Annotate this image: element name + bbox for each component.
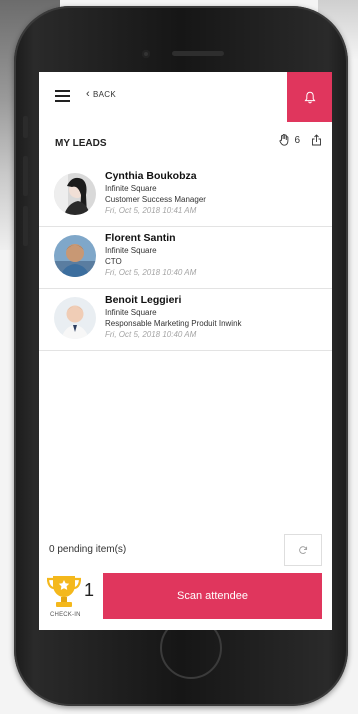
lead-job-title: Customer Success Manager [105,195,206,204]
lead-info: Benoit Leggieri Infinite Square Responsa… [105,294,325,340]
lead-name: Cynthia Boukobza [105,170,197,182]
checkin-trophy: 1 CHECK-IN [47,572,103,622]
lead-item[interactable]: Benoit Leggieri Infinite Square Responsa… [39,289,332,351]
share-icon[interactable] [311,134,322,146]
chevron-left-icon: ‹ [86,88,90,100]
hand-icon [279,134,289,146]
pending-items-status: 0 pending item(s) [49,544,127,555]
lead-job-title: CTO [105,257,122,266]
lead-item[interactable]: Cynthia Boukobza Infinite Square Custome… [39,165,332,227]
trophy-label: CHECK-IN [50,612,81,618]
lead-job-title: Responsable Marketing Produit Inwink [105,319,242,328]
volume-down-button [23,206,28,246]
bell-icon [304,91,315,103]
lead-name: Benoit Leggieri [105,294,182,306]
lead-company: Infinite Square [105,246,157,255]
trophy-icon [47,576,81,607]
leads-count: 6 [294,134,300,146]
back-button[interactable]: ‹ BACK [86,88,116,100]
lead-item[interactable]: Florent Santin Infinite Square CTO Fri, … [39,227,332,289]
earpiece-speaker [172,51,224,56]
lead-name: Florent Santin [105,232,176,244]
avatar [54,173,96,215]
mute-switch [23,116,28,138]
lead-company: Infinite Square [105,308,157,317]
sync-icon [299,546,308,554]
back-label: BACK [92,89,116,99]
avatar [54,235,96,277]
hamburger-menu-icon[interactable] [55,90,70,102]
page-title: MY LEADS [55,138,107,149]
lead-date: Fri, Oct 5, 2018 10:40 AM [105,330,197,339]
lead-date: Fri, Oct 5, 2018 10:40 AM [105,268,197,277]
leads-list: Cynthia Boukobza Infinite Square Custome… [39,165,332,351]
scan-attendee-button[interactable]: Scan attendee [103,573,322,619]
lead-date: Fri, Oct 5, 2018 10:41 AM [105,206,197,215]
lead-company: Infinite Square [105,184,157,193]
trophy-count: 1 [84,580,95,600]
notifications-button[interactable] [287,72,332,122]
front-camera [142,50,150,58]
volume-up-button [23,156,28,196]
top-bar: ‹ BACK [39,72,332,122]
lead-info: Florent Santin Infinite Square CTO Fri, … [105,232,325,278]
sync-button[interactable] [284,534,322,566]
leads-header-actions: 6 [279,134,322,146]
lead-info: Cynthia Boukobza Infinite Square Custome… [105,170,325,216]
avatar [54,297,96,339]
app-screen: ‹ BACK MY LEADS 6 Cynthia Boukobza Infin… [39,72,332,630]
